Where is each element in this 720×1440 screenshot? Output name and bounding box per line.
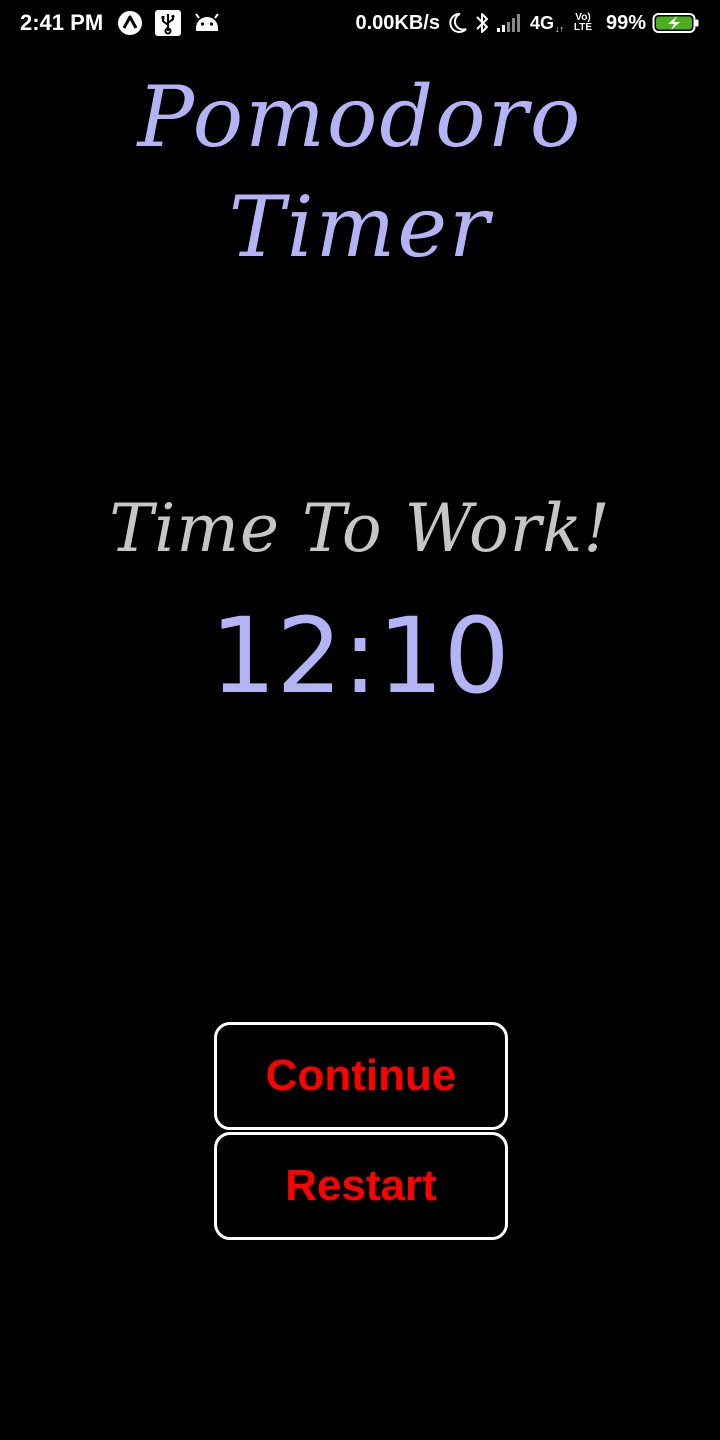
- signal-icon: [496, 12, 524, 34]
- battery-charging-icon: [652, 12, 700, 34]
- moon-icon: [446, 11, 468, 35]
- network-speed: 0.00KB/s: [355, 11, 440, 34]
- status-bar: 2:41 PM 0.00KB/s 4G ↓↑ Vo) LTE 99%: [0, 0, 720, 52]
- usb-icon: [155, 10, 182, 36]
- notification-a-icon: [117, 10, 143, 36]
- timer-display: 12:10: [210, 595, 510, 717]
- android-icon: [193, 12, 221, 34]
- battery-percent: 99%: [605, 11, 646, 34]
- app-title: Pomodoro Timer: [137, 68, 583, 276]
- continue-button-label: Continue: [265, 1051, 457, 1100]
- volte-indicator: Vo) LTE: [573, 12, 593, 33]
- continue-button[interactable]: Continue: [214, 1022, 508, 1130]
- status-bar-right: 0.00KB/s 4G ↓↑ Vo) LTE 99%: [355, 10, 700, 36]
- status-bar-left: 2:41 PM: [20, 10, 221, 36]
- mode-label: Time To Work!: [109, 490, 611, 567]
- network-type: 4G ↓↑: [529, 12, 564, 34]
- status-time: 2:41 PM: [20, 10, 104, 35]
- restart-button-label: Restart: [285, 1161, 437, 1210]
- restart-button[interactable]: Restart: [214, 1132, 508, 1240]
- bluetooth-icon: [474, 10, 490, 36]
